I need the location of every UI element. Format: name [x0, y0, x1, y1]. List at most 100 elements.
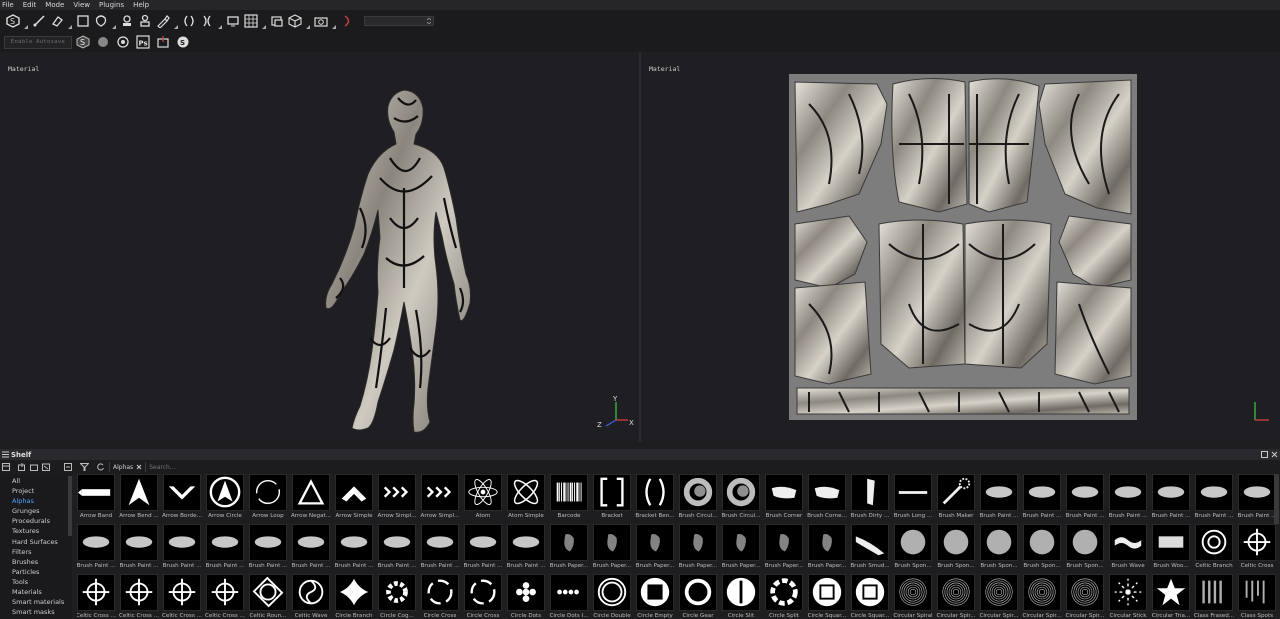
shelf-item[interactable]: Brush Paper... [593, 524, 631, 570]
shelf-item[interactable]: Arrow Simpl... [378, 474, 416, 520]
shelf-item[interactable]: Circle Cross [464, 574, 502, 619]
uv-texture-map[interactable] [789, 74, 1137, 420]
menu-mode[interactable]: Mode [43, 0, 71, 10]
shelf-item[interactable]: Class Frased... [1194, 574, 1234, 619]
shelf-item[interactable]: Circle Double [593, 574, 631, 619]
shelf-item[interactable]: Brush Spon... [894, 524, 932, 570]
shelf-item[interactable]: Arrow Loop [249, 474, 287, 520]
shelf-item[interactable]: Circular Spir... [1065, 574, 1105, 619]
category-materials[interactable]: Materials [0, 587, 72, 597]
export-icon[interactable] [154, 33, 172, 51]
color-picker-icon[interactable] [154, 12, 172, 30]
category-smart-materials[interactable]: Smart materials [0, 597, 72, 607]
shelf-item[interactable]: Circular Stick [1109, 574, 1147, 619]
shelf-item[interactable]: Celtic Roun... [249, 574, 287, 619]
shelf-item[interactable]: Circular Spiral [893, 574, 933, 619]
delete-folder-icon[interactable] [42, 463, 50, 471]
filter-tag-alphas[interactable]: Alphas [109, 462, 147, 472]
symmetry-icon[interactable] [180, 12, 198, 30]
geometry-fill-icon[interactable] [92, 12, 110, 30]
shelf-item[interactable]: Brush Paint ... [163, 524, 201, 570]
shelf-item[interactable]: Brush Paint ... [1238, 474, 1276, 520]
sync-icon[interactable]: S [174, 33, 192, 51]
shelf-item[interactable]: Brush Woo... [1152, 524, 1190, 570]
category-filters[interactable]: Filters [0, 547, 72, 557]
shelf-item[interactable]: Celtic Wave [292, 574, 330, 619]
paint-brush-icon[interactable] [30, 12, 48, 30]
shelf-item[interactable]: Brush Corne... [807, 474, 847, 520]
render-icon[interactable] [114, 33, 132, 51]
shelf-item[interactable]: Brush Paint ... [464, 524, 502, 570]
shelf-item[interactable]: Atom Simple [507, 474, 545, 520]
filter-icon[interactable] [80, 463, 89, 471]
category-project[interactable]: Project [0, 486, 72, 496]
viewport-2d[interactable]: Material [641, 52, 1280, 442]
shelf-item[interactable]: Arrow Band [77, 474, 115, 520]
menu-file[interactable]: File [0, 0, 21, 10]
sphere-icon[interactable] [94, 33, 112, 51]
shelf-item[interactable]: Brush Paint ... [1023, 474, 1061, 520]
shelf-item[interactable]: Brush Paper... [679, 524, 717, 570]
shelf-item[interactable]: Brush Paper... [765, 524, 803, 570]
picker-dropdown-icon[interactable] [172, 12, 180, 30]
display-mode-icon[interactable] [268, 12, 286, 30]
shelf-item[interactable]: Arrow Negat... [291, 474, 331, 520]
shelf-item[interactable]: Circular Spir... [979, 574, 1019, 619]
autosave-field[interactable]: Enable Autosave [4, 35, 72, 49]
shelf-item[interactable]: Brush Wave [1109, 524, 1147, 570]
shelf-item[interactable]: Circle Branch [335, 574, 373, 619]
camera-icon[interactable] [312, 12, 330, 30]
fov-slider[interactable] [364, 16, 434, 26]
category-brushes[interactable]: Brushes [0, 557, 72, 567]
eraser-icon[interactable] [48, 12, 66, 30]
symmetry-dropdown-icon[interactable] [216, 12, 224, 30]
shelf-item[interactable]: Brush Paint ... [507, 524, 545, 570]
reset-filter-icon[interactable] [97, 463, 105, 471]
grid-dropdown-icon[interactable] [260, 12, 268, 30]
shelf-item[interactable]: Brush Paint ... [378, 524, 416, 570]
substance-s-icon[interactable]: S [74, 33, 92, 51]
logo-dropdown-icon[interactable] [22, 12, 30, 30]
shelf-item[interactable]: Circular Tria... [1152, 574, 1190, 619]
shelf-item[interactable]: Brush Paper... [722, 524, 760, 570]
shelf-item[interactable]: Brush Spon... [1066, 524, 1104, 570]
shelf-item[interactable]: Brush Paint ... [335, 524, 373, 570]
camera-dropdown-icon[interactable] [330, 12, 338, 30]
shelf-item[interactable]: Bracket [593, 474, 631, 520]
import-icon[interactable] [18, 463, 26, 471]
eraser-dropdown-icon[interactable] [66, 12, 74, 30]
category-textures[interactable]: Textures [0, 526, 72, 536]
shelf-item[interactable]: Circle Cross [421, 574, 459, 619]
shelf-item[interactable]: Celtic Cross ... [119, 574, 159, 619]
shelf-item[interactable]: Arrow Simple [335, 474, 373, 520]
shelf-item[interactable]: Arrow Borde... [162, 474, 202, 520]
shelf-item[interactable]: Brush Paint ... [421, 524, 459, 570]
shelf-item[interactable]: Celtic Cross ... [162, 574, 202, 619]
menu-plugins[interactable]: Plugins [97, 0, 131, 10]
shelf-item[interactable]: Atom [464, 474, 502, 520]
shelf-item[interactable]: Circle Empty [636, 574, 674, 619]
shelf-item[interactable]: Brush Spon... [980, 524, 1018, 570]
shelf-item[interactable]: Circle Split [765, 574, 803, 619]
layout-icon[interactable] [2, 463, 10, 471]
shelf-item[interactable]: Brush Paint ... [980, 474, 1018, 520]
shelf-item[interactable]: Brush Paint ... [77, 524, 115, 570]
menu-edit[interactable]: Edit [21, 0, 44, 10]
shelf-item[interactable]: Circular Spir... [936, 574, 976, 619]
shelf-item[interactable]: Class Spots [1238, 574, 1276, 619]
3d-model-mesh[interactable] [320, 88, 480, 434]
shelf-item[interactable]: Brush Spon... [937, 524, 975, 570]
category-grunges[interactable]: Grunges [0, 506, 72, 516]
viewport-3d[interactable]: Material Y X Z [0, 52, 639, 442]
shelf-item[interactable]: Brush Maker [937, 474, 975, 520]
shelf-item[interactable]: Circle Dots [507, 574, 545, 619]
shelf-item[interactable]: Celtic Branch [1195, 524, 1233, 570]
shelf-item[interactable]: Brush Paper... [808, 524, 846, 570]
shelf-item[interactable]: Barcode [550, 474, 588, 520]
clone-icon[interactable] [136, 12, 154, 30]
new-folder-icon[interactable] [30, 463, 38, 471]
shelf-item[interactable]: Brush Circul... [721, 474, 761, 520]
shelf-item[interactable]: Circle Slit [722, 574, 760, 619]
menu-view[interactable]: View [71, 0, 97, 10]
shelf-item[interactable]: Brush Spon... [1023, 524, 1061, 570]
